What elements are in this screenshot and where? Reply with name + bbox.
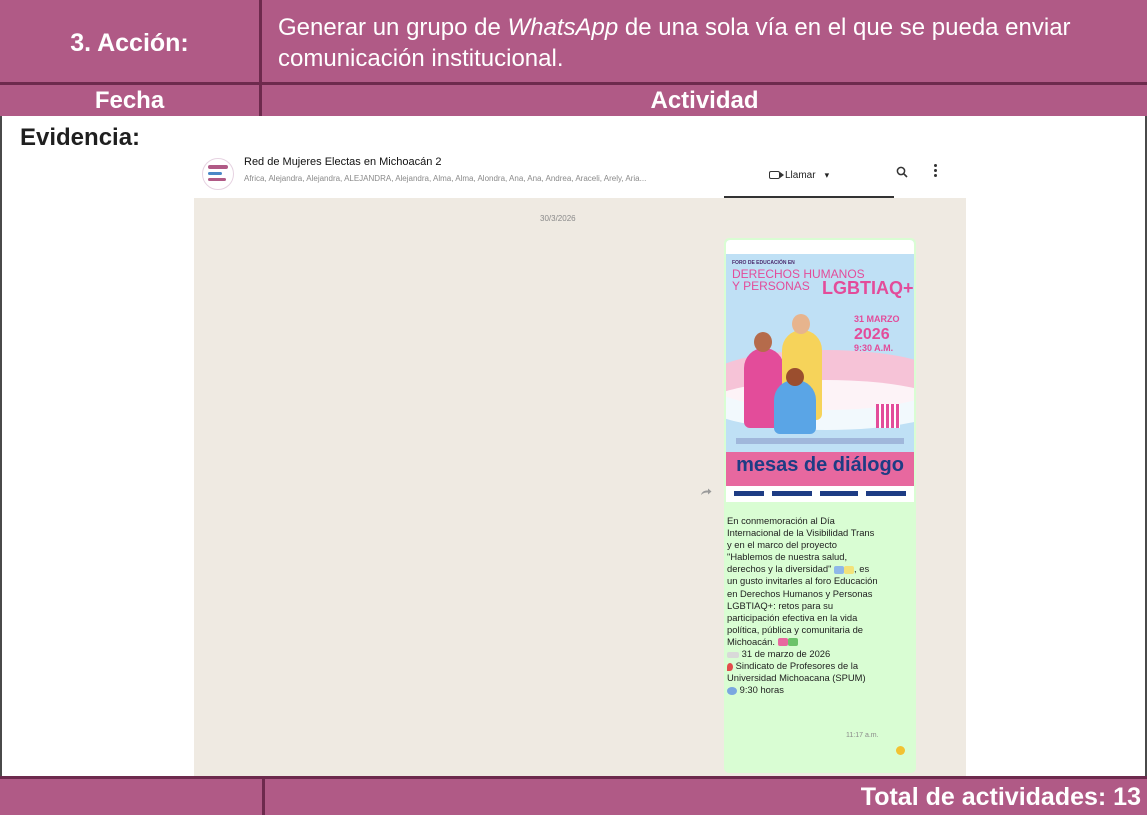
caption-line: en Derechos Humanos y Personas — [727, 587, 873, 599]
poster-fine-print — [736, 438, 904, 444]
call-button-label: Llamar — [785, 169, 816, 181]
action-text-italic: WhatsApp — [507, 14, 619, 41]
message-time: 11:17 a.m. — [846, 732, 879, 739]
poster-qr-code — [876, 404, 900, 428]
poster-footer-logos — [726, 486, 914, 502]
caption-segment: 9:30 horas — [739, 684, 784, 696]
caption-line: En conmemoración al Día — [727, 515, 835, 526]
poster-logo-strip — [726, 240, 914, 254]
rainbow-flag-icon — [834, 565, 845, 574]
poster-person-head — [786, 368, 804, 386]
poster-personas-line: Y PERSONAS — [732, 279, 810, 293]
action-label: 3. Acción: — [0, 0, 262, 82]
caption-segment: derechos y la diversidad" — [727, 563, 832, 575]
total-activities: Total de actividades: 13 — [860, 783, 1141, 811]
caption-segment: 31 de marzo de 2026 — [741, 648, 831, 660]
total-row: Total de actividades: 13 — [0, 776, 1147, 815]
chevron-down-icon: ▾ — [824, 169, 830, 180]
poster-foro-text: FORO DE EDUCACIÓN EN — [732, 260, 795, 266]
group-avatar[interactable] — [202, 158, 234, 190]
caption-segment: , es — [854, 563, 870, 575]
caption-segment: Michoacán. — [727, 635, 775, 647]
forward-icon[interactable] — [700, 488, 712, 496]
total-row-divider — [262, 779, 265, 815]
caption-line: y en el marco del proyecto — [727, 539, 837, 551]
caption-segment: Sindicato de Profesores de la — [735, 660, 859, 672]
column-fecha: Fecha — [0, 85, 262, 116]
poster-mesas-text: mesas de diálogo — [736, 454, 904, 476]
calendar-icon — [727, 651, 739, 658]
whatsapp-screenshot: Red de Mujeres Electas en Michoacán 2 Af… — [194, 150, 966, 776]
caption-line: Sindicato de Profesores de la — [727, 660, 913, 672]
table-border-left — [0, 116, 2, 776]
search-icon[interactable] — [896, 166, 908, 178]
handshake-icon — [777, 638, 788, 647]
video-camera-icon — [769, 171, 784, 179]
sparkles-icon — [844, 565, 855, 574]
date-separator: 30/3/2026 — [540, 214, 576, 223]
caption-line: participación efectiva en la vida — [727, 611, 858, 623]
group-name[interactable]: Red de Mujeres Electas en Michoacán 2 — [244, 156, 442, 168]
location-pin-icon — [727, 662, 733, 671]
column-actividad: Actividad — [262, 85, 1147, 116]
message-bubble[interactable]: FORO DE EDUCACIÓN EN DERECHOS HUMANOS Y P… — [724, 238, 916, 773]
poster-year: 2026 — [854, 326, 890, 343]
call-button[interactable]: Llamar ▾ — [769, 164, 865, 186]
column-header-row: Fecha Actividad — [0, 82, 1147, 116]
caption-line: 9:30 horas — [727, 684, 913, 696]
caption-line: un gusto invitarles al foro Educación — [727, 575, 878, 587]
thumbs-up-reaction-icon[interactable] — [896, 746, 905, 755]
poster-person-illustration — [774, 380, 816, 434]
alarm-clock-icon — [727, 686, 737, 695]
evidence-label: Evidencia: — [20, 124, 141, 151]
action-row: 3. Acción: Generar un grupo de WhatsApp … — [0, 0, 1147, 82]
poster-person-head — [754, 332, 772, 352]
check-mark-icon — [787, 638, 798, 647]
message-text: En conmemoración al Día Internacional de… — [727, 515, 913, 696]
caption-line: Universidad Michoacana (SPUM) — [727, 672, 866, 684]
caption-line: Internacional de la Visibilidad Trans — [727, 527, 875, 539]
action-description: Generar un grupo de WhatsApp de una sola… — [262, 0, 1147, 82]
caption-line: LGBTIAQ+: retos para su — [727, 599, 834, 611]
caption-line: 31 de marzo de 2026 — [727, 648, 913, 660]
group-members[interactable]: Africa, Alejandra, Alejandra, ALEJANDRA,… — [244, 174, 754, 183]
poster-lgbt-text: LGBTIAQ+ — [822, 278, 914, 298]
activity-report-sheet: 3. Acción: Generar un grupo de WhatsApp … — [0, 0, 1147, 815]
action-text-before: Generar un grupo de — [278, 14, 508, 41]
poster-person-head — [792, 314, 810, 334]
caption-line: política, pública y comunitaria de — [727, 623, 864, 635]
caption-line: Michoacán. — [727, 636, 913, 648]
poster-day: 31 MARZO — [854, 314, 900, 324]
chat-header: Red de Mujeres Electas en Michoacán 2 Af… — [194, 150, 966, 198]
call-underline — [724, 196, 894, 198]
more-options-icon[interactable] — [934, 164, 938, 180]
caption-line: "Hablemos de nuestra salud, — [727, 551, 848, 563]
event-poster-image[interactable]: FORO DE EDUCACIÓN EN DERECHOS HUMANOS Y P… — [726, 240, 914, 502]
caption-line: derechos y la diversidad" , es — [727, 563, 913, 575]
